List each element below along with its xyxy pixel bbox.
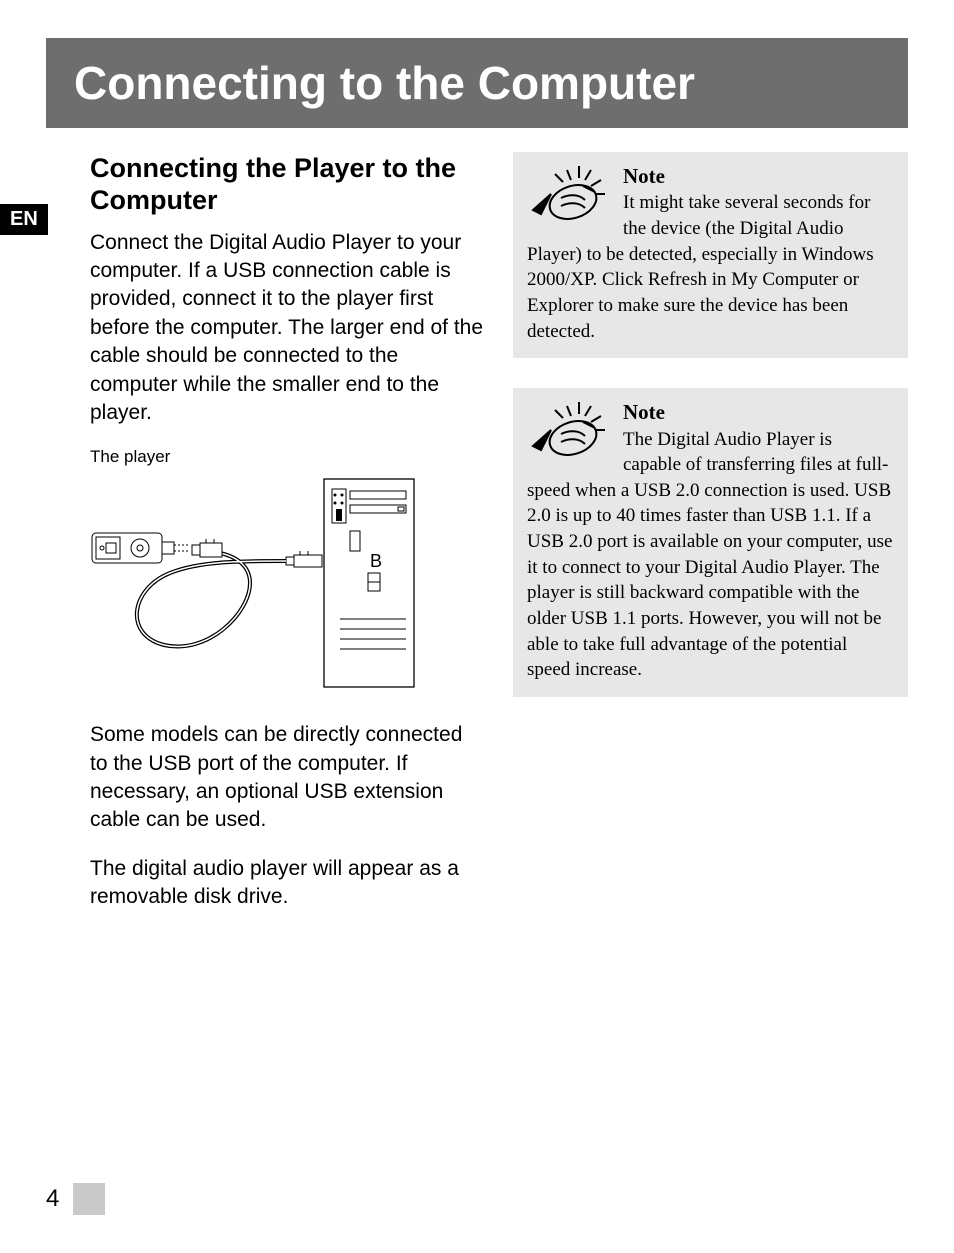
language-badge: EN (0, 204, 48, 235)
left-column: Connecting the Player to the Computer Co… (90, 152, 485, 931)
section-subheading: Connecting the Player to the Computer (90, 152, 485, 217)
page-footer: 4 (46, 1183, 105, 1215)
page-number: 4 (46, 1185, 59, 1213)
content-columns: Connecting the Player to the Computer Co… (0, 152, 954, 931)
player-computer-diagram: B (90, 473, 420, 693)
note-icon (521, 156, 617, 228)
page-header-bar: Connecting to the Computer (46, 38, 908, 128)
page-title: Connecting to the Computer (74, 56, 880, 110)
diagram-caption: The player (90, 447, 485, 467)
note-2-body: The Digital Audio Player is capable of t… (527, 429, 892, 681)
paragraph-1: Connect the Digital Audio Player to your… (90, 229, 485, 427)
paragraph-3: The digital audio player will appear as … (90, 855, 485, 912)
note-box-1: Note It might take several seconds for t… (513, 152, 908, 358)
footer-decor-block (73, 1183, 105, 1215)
right-column: Note It might take several seconds for t… (513, 152, 908, 931)
paragraph-2: Some models can be directly connected to… (90, 721, 485, 834)
svg-text:B: B (370, 551, 382, 571)
note-box-2: Note The Digital Audio Player is capable… (513, 388, 908, 697)
note-icon (521, 392, 617, 464)
